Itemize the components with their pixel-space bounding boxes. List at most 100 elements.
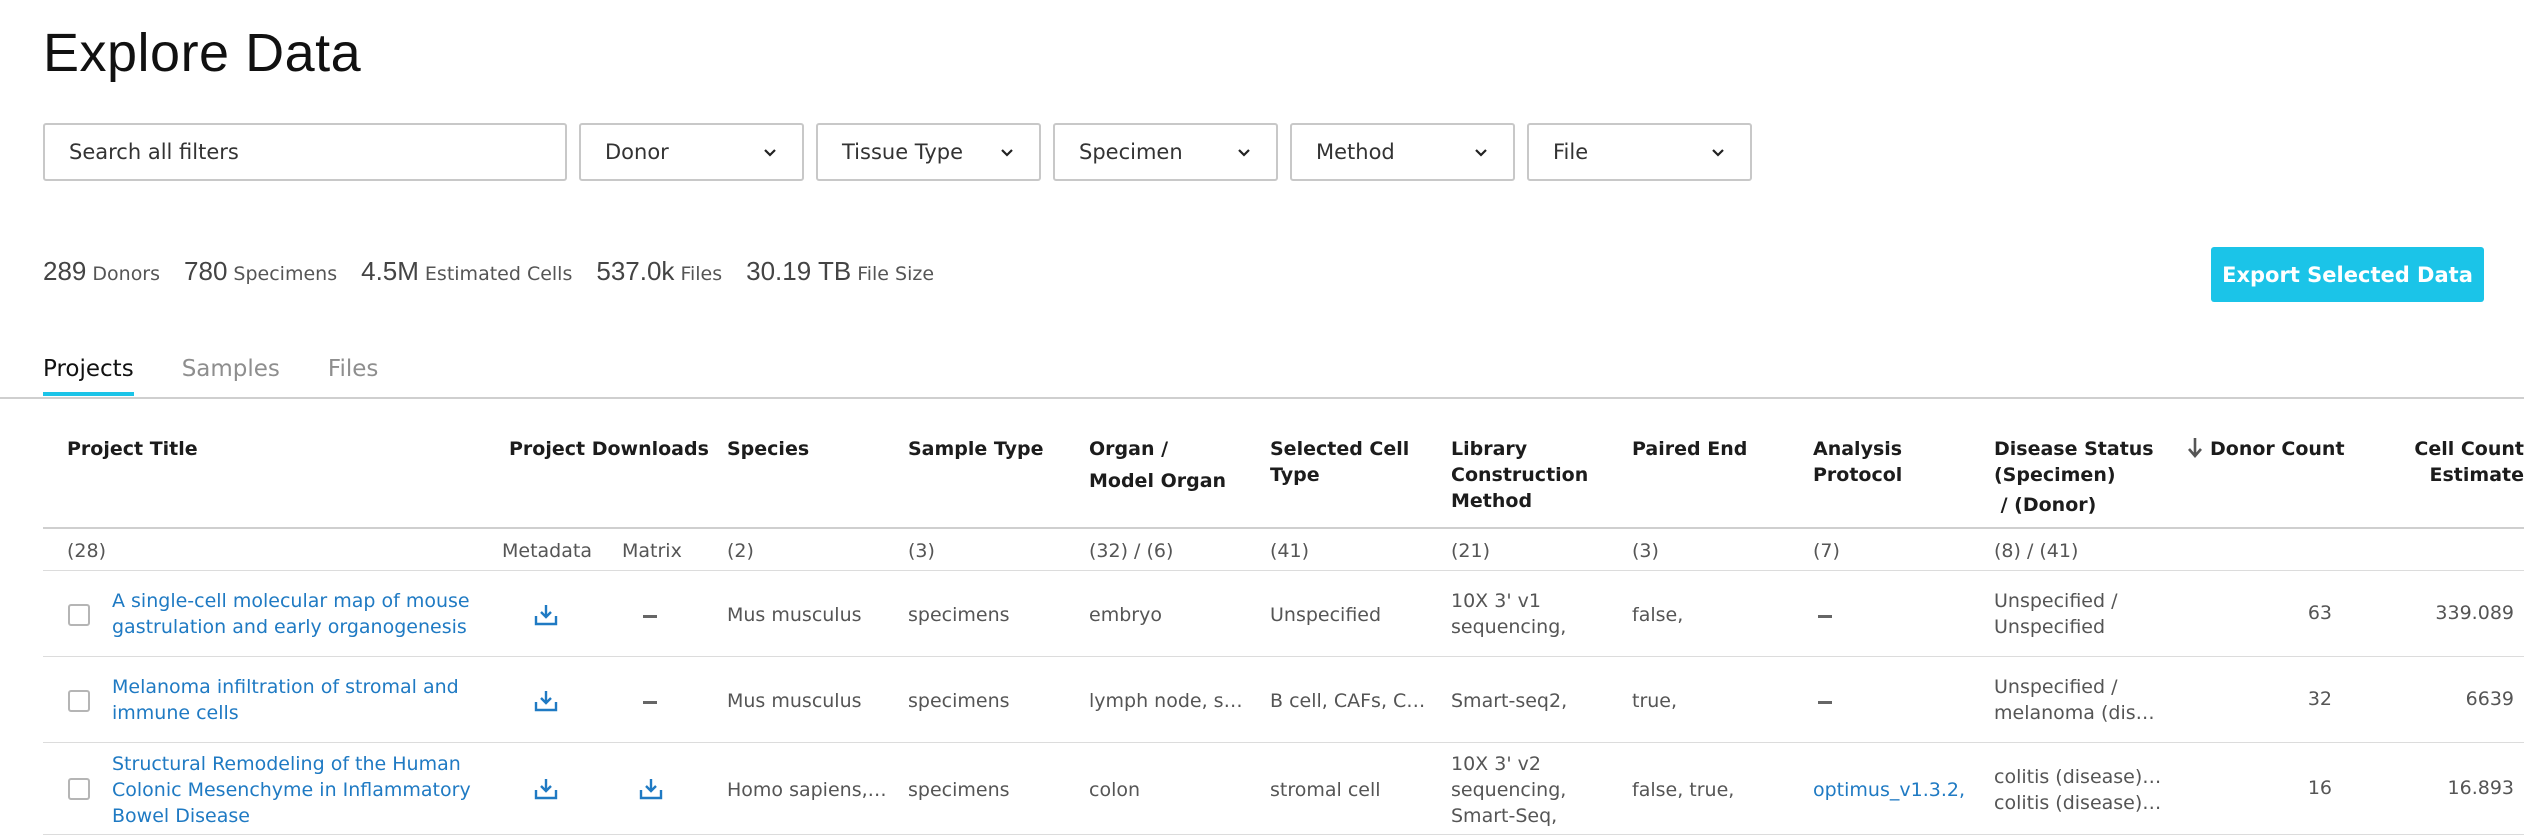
matrix-download-icon[interactable] (638, 776, 664, 802)
disease-cell: Unspecified / melanoma (dis… (1994, 674, 2155, 726)
sort-down-arrow-icon (2188, 438, 2202, 458)
row-divider (43, 570, 2524, 571)
donor-count-cell: 63 (2307, 602, 2332, 624)
header-library-construction-method[interactable]: Library Construction Method (1451, 436, 1588, 514)
library-line: sequencing, (1451, 779, 1567, 801)
disease-line: colitis (disease)… (1994, 766, 2162, 788)
project-title-line: immune cells (112, 702, 239, 724)
project-title-line: Structural Remodeling of the Human (112, 753, 461, 775)
count-species: (2) (727, 540, 754, 562)
search-input[interactable] (43, 123, 567, 181)
cell-type-cell: stromal cell (1270, 779, 1381, 801)
header-disease-line1: Disease Status (1994, 438, 2154, 460)
header-project-downloads: Project Downloads (509, 438, 709, 460)
header-donor-count[interactable]: Donor Count (2186, 436, 2345, 462)
tab-files[interactable]: Files (328, 356, 378, 396)
row-divider (43, 834, 2524, 835)
species-cell: Mus musculus (727, 690, 862, 712)
library-line: sequencing, (1451, 616, 1567, 638)
project-title-link[interactable]: Melanoma infiltration of stromal and imm… (112, 674, 459, 726)
organ-cell: lymph node, s… (1089, 690, 1243, 712)
header-project-title[interactable]: Project Title (67, 436, 198, 462)
header-library-line1: Library (1451, 438, 1528, 460)
header-cell-count-line1: Cell Count (2414, 438, 2524, 460)
library-line: Smart-Seq, (1451, 805, 1558, 827)
donor-count-cell: 32 (2307, 688, 2332, 710)
specimen-filter[interactable]: Specimen (1053, 123, 1278, 181)
donor-filter[interactable]: Donor (579, 123, 804, 181)
file-filter[interactable]: File (1527, 123, 1752, 181)
tab-samples[interactable]: Samples (182, 356, 280, 396)
method-filter[interactable]: Method (1290, 123, 1515, 181)
library-line: 10X 3' v2 (1451, 753, 1541, 775)
tissue-type-filter[interactable]: Tissue Type (816, 123, 1041, 181)
chevron-down-icon (1475, 149, 1487, 157)
disease-line: melanoma (dis… (1994, 702, 2155, 724)
header-cell-type-line1: Selected Cell (1270, 438, 1410, 460)
count-paired-end: (3) (1632, 540, 1659, 562)
library-cell: 10X 3' v2 sequencing, Smart-Seq, (1451, 751, 1566, 829)
tab-projects[interactable]: Projects (43, 356, 134, 396)
disease-line: Unspecified / (1994, 590, 2118, 612)
metadata-download-icon[interactable] (533, 776, 559, 802)
header-disease-line3: / (Donor) (1994, 494, 2097, 516)
count-disease: (8) / (41) (1994, 540, 2079, 562)
header-analysis-line1: Analysis (1813, 438, 1903, 460)
cell-count-cell: 339.089 (2435, 602, 2514, 624)
header-library-line2: Construction (1451, 464, 1589, 486)
stat-label: Estimated Cells (424, 263, 573, 285)
donor-count-cell: 16 (2307, 777, 2332, 799)
stat-value: 30.19 TB (746, 256, 852, 286)
stat-label: File Size (857, 263, 935, 285)
analysis-protocol-link[interactable]: optimus_v1.3.2, (1813, 777, 1965, 803)
project-title-link[interactable]: A single-cell molecular map of mouse gas… (112, 588, 470, 640)
sample-type-cell: specimens (908, 604, 1010, 626)
chevron-down-icon (764, 149, 776, 157)
project-title-line: gastrulation and early organogenesis (112, 616, 467, 638)
header-cell-count-estimate[interactable]: Cell Count Estimate (2414, 436, 2524, 488)
sample-type-cell: specimens (908, 779, 1010, 801)
count-cell-type: (41) (1270, 540, 1310, 562)
stat-label: Files (680, 263, 723, 285)
donor-filter-label: Donor (605, 140, 669, 164)
header-donor-count-label: Donor Count (2210, 438, 2345, 460)
header-disease-status[interactable]: Disease Status (Specimen) / (Donor) (1994, 436, 2154, 518)
paired-end-cell: false, true, (1632, 779, 1735, 801)
chevron-down-icon (1238, 149, 1250, 157)
sample-type-cell: specimens (908, 690, 1010, 712)
count-library: (21) (1451, 540, 1491, 562)
cell-count-cell: 6639 (2465, 688, 2514, 710)
metadata-download-icon[interactable] (533, 602, 559, 628)
header-divider (43, 527, 2524, 529)
header-analysis-protocol[interactable]: Analysis Protocol (1813, 436, 1902, 488)
row-checkbox[interactable] (68, 778, 90, 800)
header-selected-cell-type[interactable]: Selected Cell Type (1270, 436, 1409, 488)
project-title-line: Colonic Mesenchyme in Inflammatory (112, 779, 471, 801)
summary-stats: 289 Donors 780 Specimens 4.5M Estimated Cel… (43, 256, 958, 287)
metadata-download-icon[interactable] (533, 688, 559, 714)
paired-end-cell: true, (1632, 690, 1678, 712)
project-title-line: Melanoma infiltration of stromal and (112, 676, 459, 698)
row-checkbox[interactable] (68, 604, 90, 626)
export-selected-data-button[interactable]: Export Selected Data (2211, 247, 2484, 302)
row-checkbox[interactable] (68, 690, 90, 712)
project-title-link[interactable]: Structural Remodeling of the Human Colon… (112, 751, 471, 829)
disease-cell: Unspecified / Unspecified (1994, 588, 2117, 640)
project-title-line: Bowel Disease (112, 805, 250, 827)
matrix-unavailable-dash-icon (643, 701, 657, 704)
cell-type-cell: B cell, CAFs, C… (1270, 690, 1426, 712)
header-species[interactable]: Species (727, 436, 809, 462)
header-paired-end[interactable]: Paired End (1632, 436, 1747, 462)
stat-specimens: 780 Specimens (184, 256, 337, 287)
organ-cell: colon (1089, 779, 1141, 801)
header-library-line3: Method (1451, 490, 1533, 512)
paired-end-cell: false, (1632, 604, 1684, 626)
specimen-filter-label: Specimen (1079, 140, 1183, 164)
header-organ-line2: Model Organ (1089, 470, 1227, 492)
species-cell: Mus musculus (727, 604, 862, 626)
header-organ[interactable]: Organ / Model Organ (1089, 436, 1226, 494)
analysis-empty-dash-icon (1818, 615, 1832, 618)
stat-files: 537.0k Files (596, 256, 722, 287)
header-sample-type[interactable]: Sample Type (908, 436, 1044, 462)
count-analysis: (7) (1813, 540, 1840, 562)
